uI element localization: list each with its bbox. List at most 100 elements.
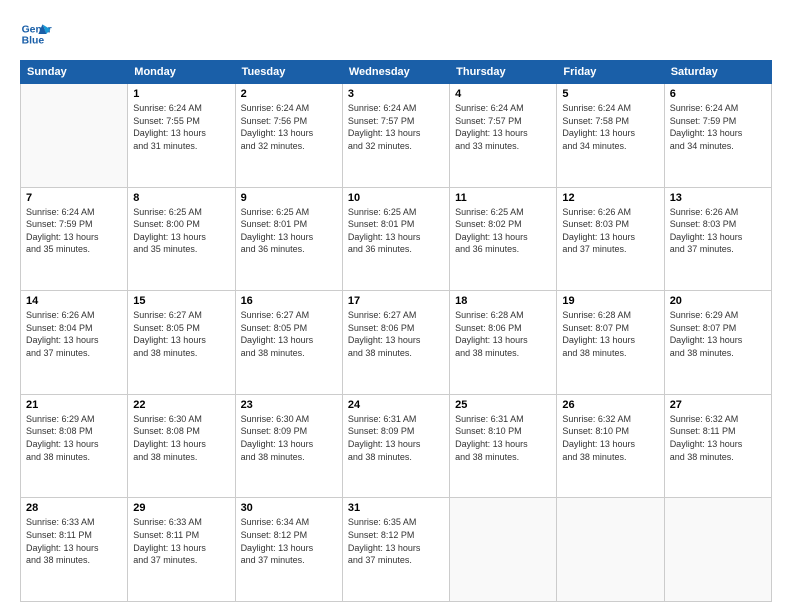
day-number: 21 — [26, 399, 122, 411]
calendar-cell — [557, 498, 664, 602]
weekday-header-wednesday: Wednesday — [342, 61, 449, 84]
day-number: 1 — [133, 88, 229, 100]
calendar-cell: 24 Sunrise: 6:31 AM Sunset: 8:09 PM Dayli… — [342, 394, 449, 498]
day-info: Sunrise: 6:30 AM Sunset: 8:09 PM Dayligh… — [241, 413, 337, 463]
day-number: 12 — [562, 192, 658, 204]
day-number: 5 — [562, 88, 658, 100]
day-number: 2 — [241, 88, 337, 100]
day-info: Sunrise: 6:25 AM Sunset: 8:00 PM Dayligh… — [133, 206, 229, 256]
day-info: Sunrise: 6:25 AM Sunset: 8:01 PM Dayligh… — [348, 206, 444, 256]
calendar-week-3: 14 Sunrise: 6:26 AM Sunset: 8:04 PM Dayli… — [21, 291, 772, 395]
day-number: 23 — [241, 399, 337, 411]
day-info: Sunrise: 6:24 AM Sunset: 7:57 PM Dayligh… — [348, 102, 444, 152]
day-number: 29 — [133, 502, 229, 514]
calendar-cell: 5 Sunrise: 6:24 AM Sunset: 7:58 PM Daylig… — [557, 84, 664, 188]
day-info: Sunrise: 6:24 AM Sunset: 7:55 PM Dayligh… — [133, 102, 229, 152]
day-number: 6 — [670, 88, 766, 100]
day-info: Sunrise: 6:27 AM Sunset: 8:05 PM Dayligh… — [241, 309, 337, 359]
day-info: Sunrise: 6:34 AM Sunset: 8:12 PM Dayligh… — [241, 516, 337, 566]
day-number: 28 — [26, 502, 122, 514]
day-info: Sunrise: 6:28 AM Sunset: 8:06 PM Dayligh… — [455, 309, 551, 359]
calendar-cell: 28 Sunrise: 6:33 AM Sunset: 8:11 PM Dayli… — [21, 498, 128, 602]
calendar-week-1: 1 Sunrise: 6:24 AM Sunset: 7:55 PM Daylig… — [21, 84, 772, 188]
day-info: Sunrise: 6:27 AM Sunset: 8:05 PM Dayligh… — [133, 309, 229, 359]
calendar-cell: 3 Sunrise: 6:24 AM Sunset: 7:57 PM Daylig… — [342, 84, 449, 188]
day-info: Sunrise: 6:33 AM Sunset: 8:11 PM Dayligh… — [26, 516, 122, 566]
day-info: Sunrise: 6:32 AM Sunset: 8:10 PM Dayligh… — [562, 413, 658, 463]
day-info: Sunrise: 6:35 AM Sunset: 8:12 PM Dayligh… — [348, 516, 444, 566]
calendar-cell: 30 Sunrise: 6:34 AM Sunset: 8:12 PM Dayli… — [235, 498, 342, 602]
day-number: 24 — [348, 399, 444, 411]
day-info: Sunrise: 6:24 AM Sunset: 7:57 PM Dayligh… — [455, 102, 551, 152]
day-number: 13 — [670, 192, 766, 204]
weekday-header-tuesday: Tuesday — [235, 61, 342, 84]
calendar-cell: 26Sunrise: 6:32 AM Sunset: 8:10 PM Dayli… — [557, 394, 664, 498]
calendar-week-5: 28 Sunrise: 6:33 AM Sunset: 8:11 PM Dayli… — [21, 498, 772, 602]
calendar-cell: 20Sunrise: 6:29 AM Sunset: 8:07 PM Dayli… — [664, 291, 771, 395]
day-number: 25 — [455, 399, 551, 411]
calendar-table: SundayMondayTuesdayWednesdayThursdayFrid… — [20, 60, 772, 602]
page: General Blue SundayMondayTuesdayWednesda… — [0, 0, 792, 612]
day-info: Sunrise: 6:29 AM Sunset: 8:08 PM Dayligh… — [26, 413, 122, 463]
day-info: Sunrise: 6:31 AM Sunset: 8:10 PM Dayligh… — [455, 413, 551, 463]
day-info: Sunrise: 6:25 AM Sunset: 8:01 PM Dayligh… — [241, 206, 337, 256]
calendar-cell: 2Sunrise: 6:24 AM Sunset: 7:56 PM Daylig… — [235, 84, 342, 188]
calendar-cell: 21 Sunrise: 6:29 AM Sunset: 8:08 PM Dayli… — [21, 394, 128, 498]
calendar-cell: 11 Sunrise: 6:25 AM Sunset: 8:02 PM Dayli… — [450, 187, 557, 291]
calendar-cell: 15 Sunrise: 6:27 AM Sunset: 8:05 PM Dayli… — [128, 291, 235, 395]
calendar-cell: 19Sunrise: 6:28 AM Sunset: 8:07 PM Dayli… — [557, 291, 664, 395]
day-number: 19 — [562, 295, 658, 307]
day-number: 7 — [26, 192, 122, 204]
day-number: 16 — [241, 295, 337, 307]
day-info: Sunrise: 6:26 AM Sunset: 8:03 PM Dayligh… — [562, 206, 658, 256]
day-info: Sunrise: 6:26 AM Sunset: 8:03 PM Dayligh… — [670, 206, 766, 256]
day-info: Sunrise: 6:24 AM Sunset: 7:59 PM Dayligh… — [26, 206, 122, 256]
calendar-cell — [21, 84, 128, 188]
day-info: Sunrise: 6:26 AM Sunset: 8:04 PM Dayligh… — [26, 309, 122, 359]
calendar-cell: 7 Sunrise: 6:24 AM Sunset: 7:59 PM Daylig… — [21, 187, 128, 291]
day-info: Sunrise: 6:27 AM Sunset: 8:06 PM Dayligh… — [348, 309, 444, 359]
day-info: Sunrise: 6:33 AM Sunset: 8:11 PM Dayligh… — [133, 516, 229, 566]
weekday-header-sunday: Sunday — [21, 61, 128, 84]
day-number: 27 — [670, 399, 766, 411]
weekday-header-row: SundayMondayTuesdayWednesdayThursdayFrid… — [21, 61, 772, 84]
day-info: Sunrise: 6:24 AM Sunset: 7:58 PM Dayligh… — [562, 102, 658, 152]
calendar-cell: 16 Sunrise: 6:27 AM Sunset: 8:05 PM Dayli… — [235, 291, 342, 395]
day-number: 3 — [348, 88, 444, 100]
calendar-cell: 8 Sunrise: 6:25 AM Sunset: 8:00 PM Daylig… — [128, 187, 235, 291]
day-number: 20 — [670, 295, 766, 307]
day-number: 30 — [241, 502, 337, 514]
day-info: Sunrise: 6:31 AM Sunset: 8:09 PM Dayligh… — [348, 413, 444, 463]
calendar-cell: 29 Sunrise: 6:33 AM Sunset: 8:11 PM Dayli… — [128, 498, 235, 602]
calendar-cell — [664, 498, 771, 602]
calendar-cell: 1 Sunrise: 6:24 AM Sunset: 7:55 PM Daylig… — [128, 84, 235, 188]
calendar-cell: 27 Sunrise: 6:32 AM Sunset: 8:11 PM Dayli… — [664, 394, 771, 498]
calendar-cell: 18 Sunrise: 6:28 AM Sunset: 8:06 PM Dayli… — [450, 291, 557, 395]
header: General Blue — [20, 18, 772, 50]
day-number: 14 — [26, 295, 122, 307]
day-number: 31 — [348, 502, 444, 514]
calendar-week-2: 7 Sunrise: 6:24 AM Sunset: 7:59 PM Daylig… — [21, 187, 772, 291]
calendar-cell: 22Sunrise: 6:30 AM Sunset: 8:08 PM Dayli… — [128, 394, 235, 498]
logo-icon: General Blue — [20, 18, 52, 50]
svg-text:Blue: Blue — [22, 36, 45, 47]
day-number: 8 — [133, 192, 229, 204]
day-number: 11 — [455, 192, 551, 204]
day-number: 15 — [133, 295, 229, 307]
day-info: Sunrise: 6:24 AM Sunset: 7:59 PM Dayligh… — [670, 102, 766, 152]
weekday-header-monday: Monday — [128, 61, 235, 84]
calendar-cell: 6 Sunrise: 6:24 AM Sunset: 7:59 PM Daylig… — [664, 84, 771, 188]
calendar-cell: 9Sunrise: 6:25 AM Sunset: 8:01 PM Daylig… — [235, 187, 342, 291]
calendar-cell: 23 Sunrise: 6:30 AM Sunset: 8:09 PM Dayli… — [235, 394, 342, 498]
calendar-cell: 10 Sunrise: 6:25 AM Sunset: 8:01 PM Dayli… — [342, 187, 449, 291]
day-number: 22 — [133, 399, 229, 411]
day-number: 18 — [455, 295, 551, 307]
calendar-cell: 12 Sunrise: 6:26 AM Sunset: 8:03 PM Dayli… — [557, 187, 664, 291]
calendar-cell: 25 Sunrise: 6:31 AM Sunset: 8:10 PM Dayli… — [450, 394, 557, 498]
calendar-cell: 14 Sunrise: 6:26 AM Sunset: 8:04 PM Dayli… — [21, 291, 128, 395]
day-number: 4 — [455, 88, 551, 100]
day-number: 10 — [348, 192, 444, 204]
day-info: Sunrise: 6:32 AM Sunset: 8:11 PM Dayligh… — [670, 413, 766, 463]
weekday-header-saturday: Saturday — [664, 61, 771, 84]
day-info: Sunrise: 6:25 AM Sunset: 8:02 PM Dayligh… — [455, 206, 551, 256]
